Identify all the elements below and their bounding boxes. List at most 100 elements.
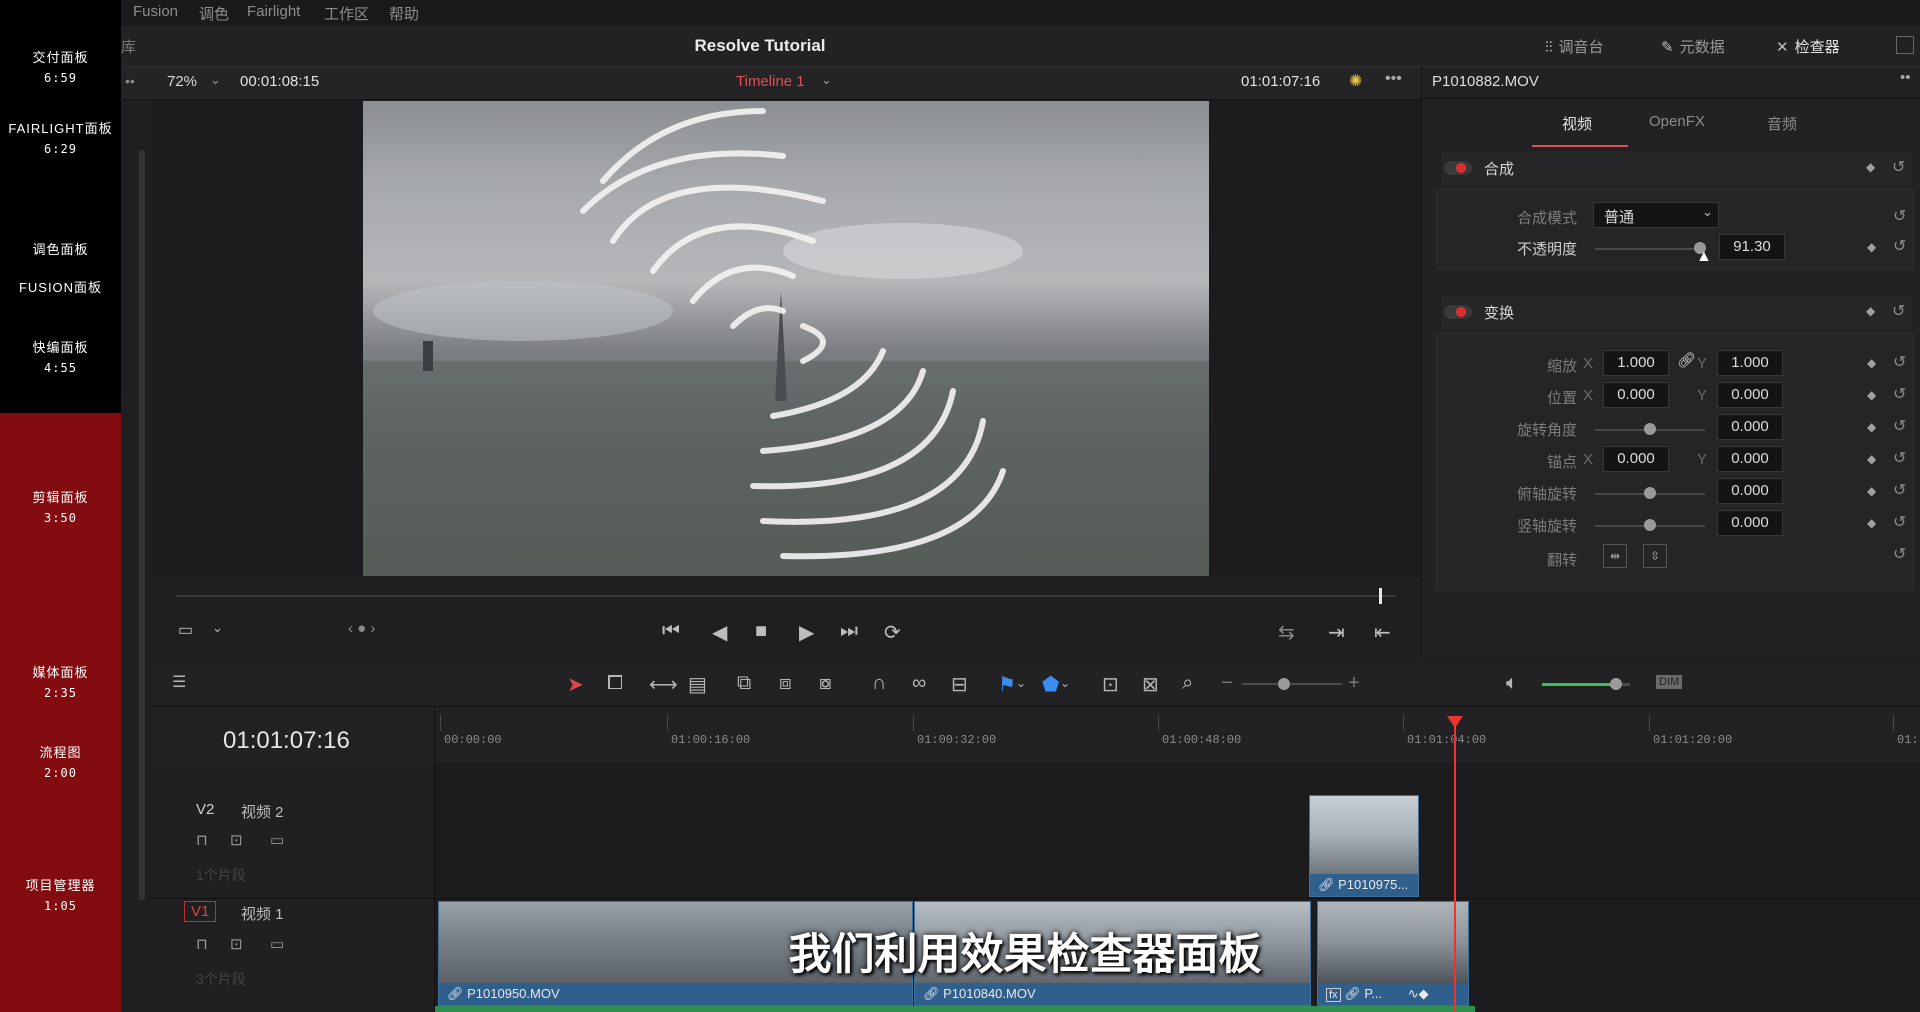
flip-horizontal-icon[interactable]: ⇹ — [1603, 544, 1627, 568]
tab-audio[interactable]: 音频 — [1767, 113, 1797, 134]
disable-track-icon[interactable]: ▭ — [270, 935, 284, 953]
chapter-media[interactable]: 媒体面板 2:35 — [0, 663, 121, 703]
dim-button[interactable]: DIM — [1656, 675, 1683, 689]
more-options-icon[interactable]: ••• — [1385, 70, 1402, 88]
reset-icon[interactable]: ↺ — [1893, 448, 1906, 468]
menu-color[interactable]: 调色 — [199, 3, 229, 24]
position-x-field[interactable]: 0.000 — [1603, 382, 1669, 408]
mixer-button[interactable]: ⫶⫶ 调音台 — [1545, 36, 1604, 57]
reset-icon[interactable]: ↺ — [1893, 206, 1906, 226]
stop-icon[interactable]: ■ — [755, 620, 767, 643]
zoom-x-field[interactable]: 1.000 — [1603, 350, 1669, 376]
viewer-zoom[interactable]: 72% — [167, 73, 197, 90]
menu-fairlight[interactable]: Fairlight — [247, 3, 300, 20]
menu-fusion[interactable]: Fusion — [133, 3, 178, 20]
opacity-field[interactable]: 91.30 — [1719, 234, 1785, 260]
link-icon[interactable]: 🔗︎ — [1677, 351, 1696, 369]
skip-start-icon[interactable]: ⏮ — [662, 620, 680, 643]
composite-toggle[interactable] — [1444, 161, 1472, 175]
anchor-y-field[interactable]: 0.000 — [1717, 446, 1783, 472]
keyframe-icon[interactable]: ◆ — [1867, 388, 1876, 402]
color-wheel-icon[interactable]: ✺ — [1349, 71, 1362, 91]
chapter-delivery[interactable]: 交付面板 6:59 — [0, 48, 121, 88]
reset-icon[interactable]: ↺ — [1893, 512, 1906, 532]
scrub-playhead[interactable] — [1379, 588, 1382, 604]
opacity-slider[interactable] — [1595, 248, 1705, 250]
chapter-project-manager[interactable]: 项目管理器 1:05 — [0, 876, 121, 916]
playhead-handle[interactable] — [1447, 716, 1463, 728]
lock-icon[interactable]: ⊓ — [196, 935, 208, 953]
lock-icon[interactable]: ⊓ — [196, 831, 208, 849]
snapping-icon[interactable]: ∩ — [872, 672, 886, 695]
crop-icon[interactable]: ▭ — [178, 620, 193, 640]
flip-vertical-icon[interactable]: ⇳ — [1643, 544, 1667, 568]
reset-icon[interactable]: ↺ — [1893, 236, 1906, 256]
flag-icon[interactable]: ⚑ — [998, 672, 1016, 697]
zoom-out-icon[interactable]: − — [1221, 672, 1233, 695]
composite-section-header[interactable]: 合成 ◆ ↺ — [1442, 151, 1912, 185]
reset-icon[interactable]: ↺ — [1893, 352, 1906, 372]
pitch-field[interactable]: 0.000 — [1717, 478, 1783, 504]
left-scrollbar[interactable] — [139, 150, 145, 900]
jog-control-icon[interactable]: ‹ ● › — [348, 620, 375, 637]
position-y-field[interactable]: 0.000 — [1717, 382, 1783, 408]
clip-v2[interactable]: 🔗︎ P1010975... — [1309, 795, 1419, 897]
composite-mode-select[interactable]: 普通 ⌄ — [1593, 202, 1719, 228]
overwrite-clip-icon[interactable]: ⧈ — [779, 672, 792, 695]
timeline-selector[interactable]: Timeline 1 — [736, 73, 805, 90]
keyframe-icon[interactable]: ◆ — [1867, 356, 1876, 370]
pitch-slider-knob[interactable] — [1644, 487, 1656, 499]
match-frame-icon[interactable]: ⇆ — [1278, 620, 1295, 645]
keyframe-icon[interactable]: ◆ — [1867, 484, 1876, 498]
reset-icon[interactable]: ↺ — [1892, 157, 1905, 177]
volume-icon[interactable]: 🔈︎ — [1506, 672, 1518, 695]
keyframe-icon[interactable]: ◆ — [1867, 516, 1876, 530]
chapter-cut[interactable]: 快编面板 4:55 — [0, 338, 121, 378]
disable-track-icon[interactable]: ▭ — [270, 831, 284, 849]
timeline-ruler[interactable]: 00:00:00 01:00:16:00 01:00:32:00 01:00:4… — [435, 707, 1920, 763]
track-id-v2[interactable]: V2 — [196, 801, 214, 818]
transform-toggle[interactable] — [1444, 305, 1472, 319]
marker-icon[interactable]: ⬟ — [1042, 672, 1059, 697]
reset-icon[interactable]: ↺ — [1893, 480, 1906, 500]
reset-icon[interactable]: ↺ — [1893, 384, 1906, 404]
rotation-slider-knob[interactable] — [1644, 423, 1656, 435]
inspector-button[interactable]: ✕ 检查器 — [1776, 36, 1840, 57]
transform-section-header[interactable]: 变换 ◆ ↺ — [1442, 295, 1912, 329]
tab-openfx[interactable]: OpenFX — [1649, 113, 1705, 130]
expand-icon[interactable] — [1896, 36, 1914, 54]
keyframe-icon[interactable]: ◆ — [1866, 160, 1875, 174]
track-name-v2[interactable]: 视频 2 — [241, 801, 284, 822]
keyframe-icon[interactable]: ◆ — [1867, 452, 1876, 466]
chevron-down-icon[interactable]: ⌄ — [1060, 676, 1070, 690]
zoom-y-field[interactable]: 1.000 — [1717, 350, 1783, 376]
auto-select-icon[interactable]: ⊡ — [230, 831, 243, 849]
tab-video[interactable]: 视频 — [1562, 113, 1592, 134]
more-options-icon[interactable]: •• — [1900, 69, 1911, 86]
keyframe-icon[interactable]: ◆ — [1867, 420, 1876, 434]
reset-icon[interactable]: ↺ — [1893, 416, 1906, 436]
menu-workspace[interactable]: 工作区 — [324, 3, 369, 24]
prev-clip-icon[interactable]: ⇤ — [1374, 620, 1391, 645]
chevron-down-icon[interactable]: ⌄ — [821, 72, 832, 88]
chapter-color[interactable]: 调色面板 — [0, 240, 121, 260]
skip-end-icon[interactable]: ⏭ — [840, 620, 858, 643]
volume-knob[interactable] — [1610, 678, 1622, 690]
next-clip-icon[interactable]: ⇥ — [1328, 620, 1345, 645]
anchor-x-field[interactable]: 0.000 — [1603, 446, 1669, 472]
keyframe-icon[interactable]: ◆ — [1867, 240, 1876, 254]
yaw-slider-knob[interactable] — [1644, 519, 1656, 531]
blade-tool-icon[interactable]: ▤ — [688, 672, 707, 697]
selection-tool-icon[interactable]: ➤ — [567, 672, 584, 697]
keyframe-icon[interactable]: ◆ — [1866, 304, 1875, 318]
reset-icon[interactable]: ↺ — [1893, 544, 1906, 564]
zoom-in-icon[interactable]: + — [1348, 672, 1360, 695]
track-id-v1[interactable]: V1 — [184, 901, 217, 922]
dynamic-trim-icon[interactable]: ⟷ — [649, 672, 678, 697]
auto-select-icon[interactable]: ⊡ — [230, 935, 243, 953]
zoom-full-icon[interactable]: ⊡ — [1102, 672, 1119, 697]
replace-clip-icon[interactable]: ⧇ — [819, 672, 832, 695]
link-icon[interactable]: ∞ — [912, 672, 926, 695]
track-name-v1[interactable]: 视频 1 — [241, 903, 284, 924]
chapter-edit[interactable]: 剪辑面板 3:50 — [0, 488, 121, 528]
